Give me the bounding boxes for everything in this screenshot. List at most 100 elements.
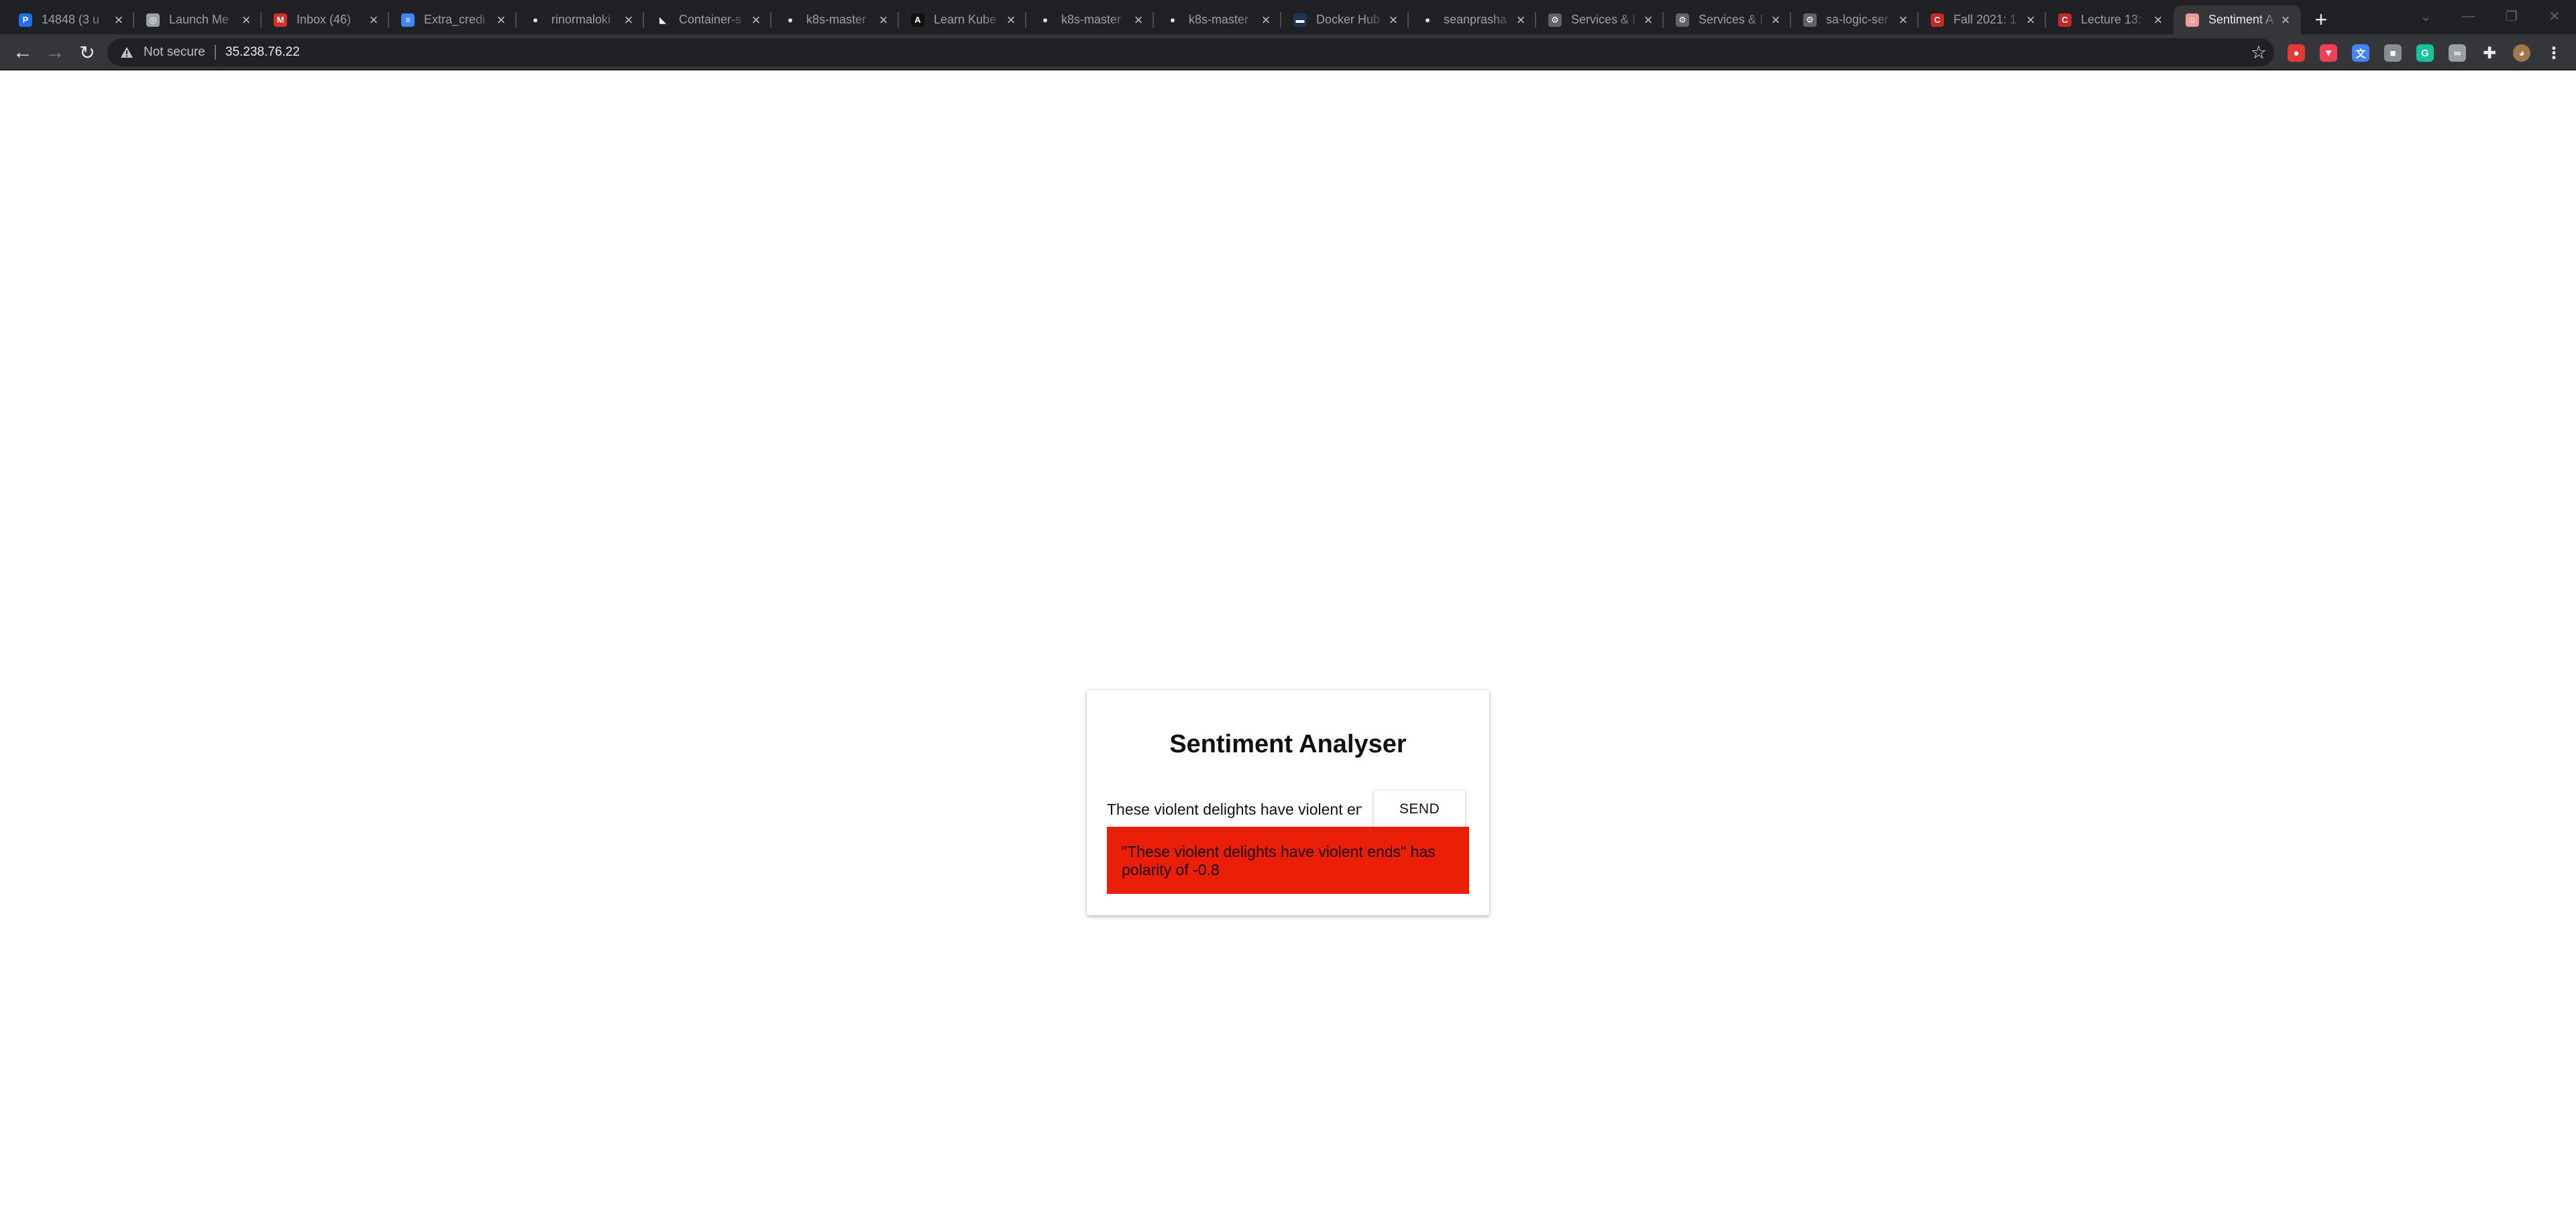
security-status-label[interactable]: Not secure [144, 45, 205, 60]
github-icon: ● [1421, 13, 1434, 27]
tab-title: Services & I [1699, 13, 1764, 26]
reload-icon[interactable]: ↻ [74, 39, 101, 66]
tab-close-icon[interactable]: × [1768, 12, 1783, 28]
profile-avatar-icon[interactable]: ◕ [2513, 44, 2530, 62]
back-icon[interactable]: ← [9, 39, 36, 66]
sentiment-card: Sentiment Analyser SEND "These violent d… [1087, 690, 1489, 915]
warning-triangle-icon[interactable] [119, 45, 134, 60]
tab-close-icon[interactable]: × [2278, 12, 2293, 28]
restore-icon[interactable]: ❐ [2490, 0, 2533, 32]
url-text[interactable]: 35.238.76.22 [225, 45, 300, 60]
browser-tab[interactable]: ● rinormaloki × [517, 5, 644, 34]
tab-title: k8s-master [806, 13, 867, 26]
sentence-input[interactable] [1107, 797, 1362, 821]
kube-icon: ⚙ [1803, 13, 1817, 27]
tab-close-icon[interactable]: × [111, 12, 126, 28]
browser-tab[interactable]: ▬ Docker Hub × [1281, 5, 1409, 34]
tab-close-icon[interactable]: × [1004, 12, 1018, 28]
tab-title: Launch Me [169, 13, 229, 26]
kube-icon: ⚙ [1548, 13, 1562, 27]
browser-tab[interactable]: ⚙ Services & I × [1664, 5, 1791, 34]
canvas-icon: C [2058, 13, 2072, 27]
tab-close-icon[interactable]: × [1386, 12, 1401, 28]
browser-tab[interactable]: ● k8s-master × [1026, 5, 1154, 34]
tab-close-icon[interactable]: × [366, 12, 381, 28]
docs-icon: ≡ [401, 13, 415, 27]
puzzle-icon[interactable]: ✚ [2481, 44, 2498, 62]
new-tab-icon[interactable]: + [2306, 5, 2336, 34]
send-button[interactable]: SEND [1374, 791, 1465, 828]
tab-close-icon[interactable]: × [239, 12, 254, 28]
tab-close-icon[interactable]: × [1131, 12, 1146, 28]
browser-tab[interactable]: ● seanprasha × [1409, 5, 1536, 34]
tab-title: Services & I [1571, 13, 1636, 26]
canvas-icon: C [1931, 13, 1944, 27]
tab-title: Docker Hub [1316, 13, 1381, 26]
tab-close-icon[interactable]: × [2151, 12, 2165, 28]
translate-icon[interactable]: 文 [2352, 44, 2369, 62]
tab-title: Learn Kube [934, 13, 997, 26]
forward-icon[interactable]: → [42, 39, 68, 66]
github-icon: ● [1038, 13, 1052, 27]
tab-title: sa-logic-ser [1826, 13, 1889, 26]
tab-close-icon[interactable]: × [494, 12, 508, 28]
bookmark-star-icon[interactable]: ☆ [2247, 41, 2270, 64]
menu-icon[interactable]: ⋮ [2545, 44, 2563, 62]
p-icon: P [19, 13, 32, 27]
address-bar[interactable]: Not secure 35.238.76.22 [107, 38, 2274, 66]
tab-title: 14848 (3 u [42, 13, 100, 26]
tab-title: Fall 2021: 1 [1953, 13, 2017, 26]
browser-tab[interactable]: C Fall 2021: 1 × [1919, 5, 2046, 34]
browser-toolbar: ← → ↻ Not secure 35.238.76.22 ☆ ● ▼ 文 ■ G ∞ ✚ ◕… [0, 34, 2576, 70]
browser-tab[interactable]: ◣ Container-s × [644, 5, 771, 34]
browser-tab[interactable]: ◎ Launch Me × [134, 5, 262, 34]
tab-close-icon[interactable]: × [2023, 12, 2038, 28]
browser-tab[interactable]: ≡ Extra_credi × [389, 5, 517, 34]
tab-title: Container-s [679, 13, 742, 26]
grammarly-icon[interactable]: G [2416, 44, 2434, 62]
browser-tab[interactable]: C Lecture 13: × [2046, 5, 2174, 34]
browser-tab[interactable]: P 14848 (3 u × [7, 5, 134, 34]
learn-icon: A [911, 13, 924, 27]
tab-title: k8s-master [1189, 13, 1249, 26]
github-icon: ● [529, 13, 542, 27]
tab-close-icon[interactable]: × [1641, 12, 1656, 28]
extension-grey-icon[interactable]: ■ [2384, 44, 2402, 62]
globe-icon: ◎ [146, 13, 160, 27]
tab-list: P 14848 (3 u × ◎ Launch Me × M Inbox (46) × ≡ Extr… [7, 5, 2336, 34]
container-icon: ◣ [656, 13, 669, 27]
browser-tab[interactable]: M Inbox (46) × [262, 5, 389, 34]
docker-icon: ▬ [1293, 13, 1307, 27]
page-title: Sentiment Analyser [1169, 730, 1407, 758]
tab-title: Sentiment A [2208, 13, 2274, 26]
gmail-icon: M [274, 13, 287, 27]
browser-tab[interactable]: A Learn Kube × [899, 5, 1026, 34]
tab-close-icon[interactable]: × [1896, 12, 1911, 28]
browser-tab[interactable]: ☺ Sentiment A × [2174, 5, 2301, 34]
tab-title: Inbox (46) [297, 13, 352, 26]
incognito-icon[interactable]: ∞ [2449, 44, 2466, 62]
browser-tab[interactable]: ● k8s-master × [1154, 5, 1281, 34]
address-divider [214, 45, 216, 60]
tab-title: seanprasha [1444, 13, 1507, 26]
browser-tab[interactable]: ● k8s-master × [771, 5, 899, 34]
tab-close-icon[interactable]: × [876, 12, 891, 28]
close-window-icon[interactable]: ✕ [2533, 0, 2576, 32]
github-icon: ● [1166, 13, 1179, 27]
browser-tab[interactable]: ⚙ Services & I × [1536, 5, 1664, 34]
minimize-icon[interactable]: — [2447, 0, 2490, 32]
window-controls: ⌄ — ❐ ✕ [2404, 0, 2576, 32]
browser-tab[interactable]: ⚙ sa-logic-ser × [1791, 5, 1919, 34]
tab-close-icon[interactable]: × [749, 12, 763, 28]
tab-close-icon[interactable]: × [1258, 12, 1273, 28]
tab-close-icon[interactable]: × [621, 12, 636, 28]
kube-icon: ⚙ [1676, 13, 1689, 27]
adblock-icon[interactable]: ● [2288, 44, 2305, 62]
tab-close-icon[interactable]: × [1513, 12, 1528, 28]
tab-search-icon[interactable]: ⌄ [2404, 0, 2447, 32]
tab-title: rinormaloki [551, 13, 611, 26]
pocket-icon[interactable]: ▼ [2320, 44, 2337, 62]
sentiment-icon: ☺ [2186, 13, 2199, 27]
polarity-result: "These violent delights have violent end… [1107, 827, 1469, 894]
browser-tab-strip: P 14848 (3 u × ◎ Launch Me × M Inbox (46) × ≡ Extr… [0, 0, 2576, 34]
